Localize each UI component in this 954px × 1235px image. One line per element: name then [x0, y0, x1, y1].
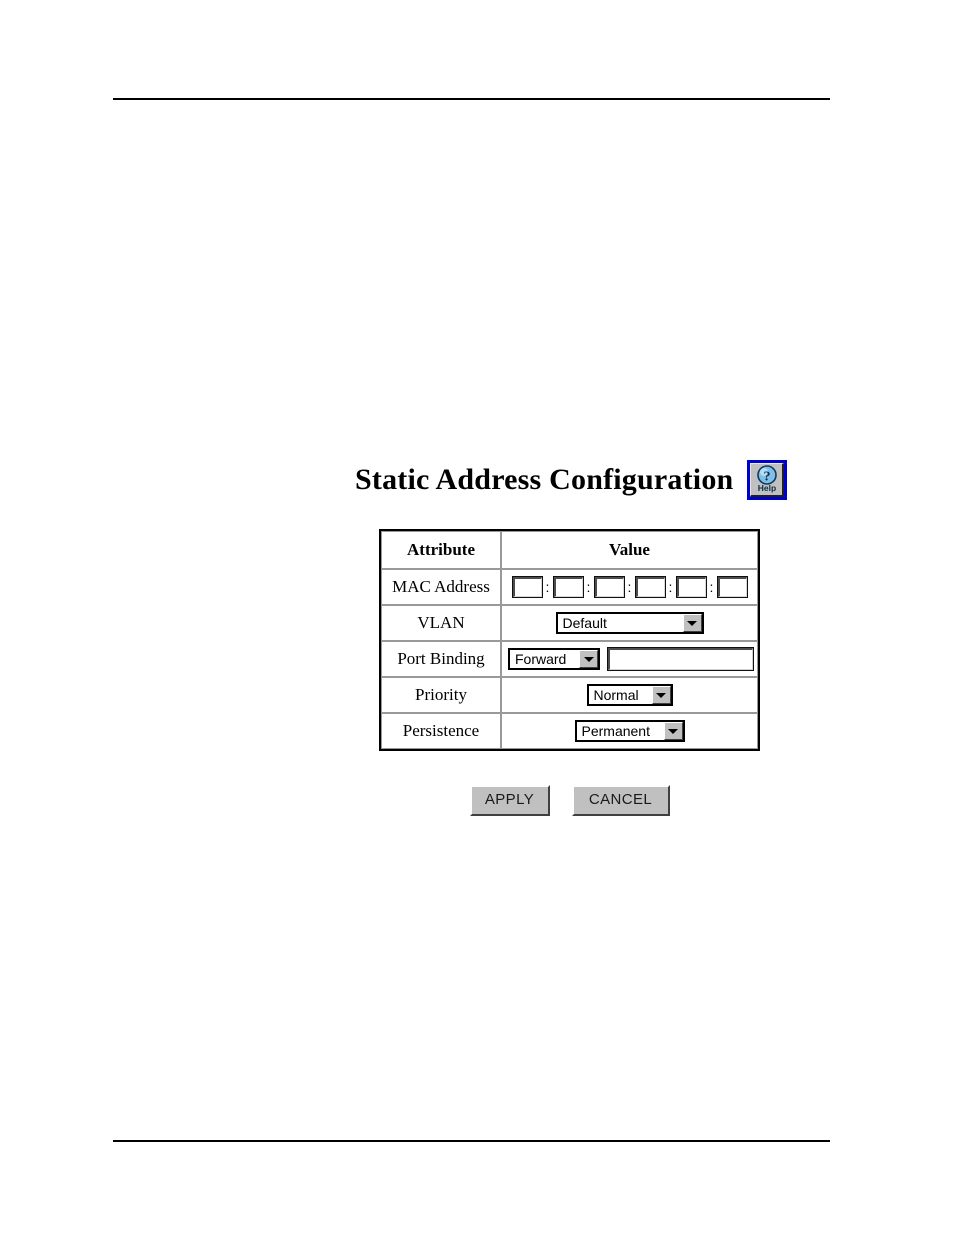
- mac-octet-3[interactable]: [593, 576, 625, 598]
- cancel-button[interactable]: CANCEL: [571, 785, 670, 816]
- value-persistence: Permanent: [501, 713, 758, 749]
- value-mac-address: : : : : :: [501, 569, 758, 605]
- page-title: Static Address Configuration: [355, 463, 734, 496]
- label-port-binding: Port Binding: [381, 641, 501, 677]
- help-question-icon: ? Help: [757, 465, 778, 493]
- mac-octet-2[interactable]: [552, 576, 584, 598]
- help-icon-button[interactable]: ? Help: [747, 460, 788, 500]
- priority-select[interactable]: Normal: [586, 684, 673, 706]
- table-row-persistence: Persistence Permanent: [381, 713, 758, 749]
- mac-octet-4[interactable]: [634, 576, 666, 598]
- mac-separator-2: :: [586, 579, 591, 595]
- mac-separator-4: :: [668, 579, 673, 595]
- table-row-mac-address: MAC Address : : : : :: [381, 569, 758, 605]
- port-binding-select[interactable]: Forward: [508, 648, 600, 670]
- label-mac-address: MAC Address: [381, 569, 501, 605]
- value-port-binding: Forward: [501, 641, 758, 677]
- header-rule: [113, 98, 830, 100]
- form-actions: APPLY CANCEL: [379, 785, 760, 816]
- label-priority: Priority: [381, 677, 501, 713]
- svg-text:Help: Help: [758, 483, 776, 493]
- vlan-select[interactable]: Default: [555, 612, 704, 634]
- table-row-priority: Priority Normal: [381, 677, 758, 713]
- chevron-down-icon[interactable]: [651, 686, 671, 704]
- priority-select-value: Normal: [593, 687, 639, 703]
- mac-separator-5: :: [709, 579, 714, 595]
- page-heading: Static Address Configuration ? Help: [355, 460, 788, 500]
- chevron-down-icon[interactable]: [682, 614, 702, 632]
- static-address-table: Attribute Value MAC Address : : : : : VL…: [379, 529, 760, 751]
- vlan-select-value: Default: [562, 615, 607, 631]
- label-persistence: Persistence: [381, 713, 501, 749]
- persistence-select[interactable]: Permanent: [574, 720, 685, 742]
- port-binding-group: Forward: [506, 647, 754, 671]
- table-row-port-binding: Port Binding Forward: [381, 641, 758, 677]
- header-attribute: Attribute: [381, 531, 501, 569]
- mac-octet-1[interactable]: [511, 576, 543, 598]
- table-row-vlan: VLAN Default: [381, 605, 758, 641]
- value-priority: Normal: [501, 677, 758, 713]
- table-header-row: Attribute Value: [381, 531, 758, 569]
- mac-separator-3: :: [627, 579, 632, 595]
- header-value: Value: [501, 531, 758, 569]
- label-vlan: VLAN: [381, 605, 501, 641]
- mac-octet-6[interactable]: [716, 576, 748, 598]
- persistence-select-value: Permanent: [581, 723, 650, 739]
- mac-octet-5[interactable]: [675, 576, 707, 598]
- mac-separator-1: :: [545, 579, 550, 595]
- chevron-down-icon[interactable]: [579, 650, 598, 668]
- port-binding-select-value: Forward: [515, 651, 567, 667]
- apply-button[interactable]: APPLY: [469, 785, 550, 816]
- footer-rule: [113, 1140, 830, 1142]
- port-binding-input[interactable]: [607, 647, 754, 671]
- chevron-down-icon[interactable]: [663, 722, 683, 740]
- mac-address-field-group: : : : : :: [506, 576, 753, 598]
- value-vlan: Default: [501, 605, 758, 641]
